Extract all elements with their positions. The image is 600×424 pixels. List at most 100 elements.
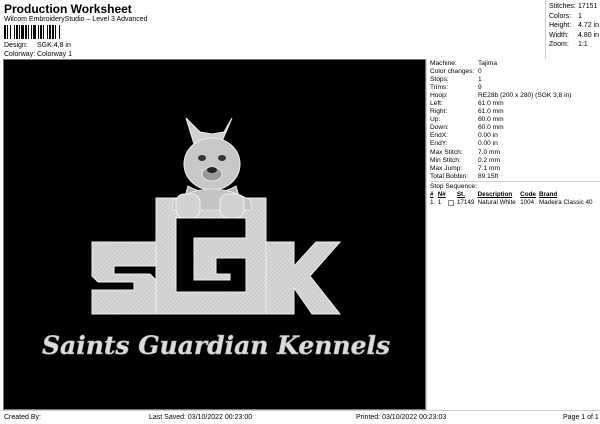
col-n: N# xyxy=(437,190,446,198)
info-label: Stops: xyxy=(430,75,449,83)
created-by: Created By: xyxy=(4,414,41,421)
embroidery-design-artwork: Saints Guardian Kennels xyxy=(42,117,390,360)
info-value: 1 xyxy=(478,75,482,83)
barcode-bar xyxy=(60,25,62,39)
last-saved: Last Saved: 03/10/2022 00:23:00 xyxy=(149,414,253,421)
stat-row: Zoom: 1:1 xyxy=(549,40,600,50)
info-row: Max Jump: 7.1 mm xyxy=(430,164,600,172)
info-value: 7.1 mm xyxy=(478,164,500,172)
info-label: Max Stitch: xyxy=(430,148,463,156)
stat-value: 17151 xyxy=(578,3,598,11)
info-label: EndX: xyxy=(430,132,448,140)
col-swatch xyxy=(448,190,456,198)
info-value: 61.0 mm xyxy=(478,100,504,108)
col-brand: Brand xyxy=(539,190,558,198)
info-value: 0.2 mm xyxy=(478,156,500,164)
info-value: 60.0 mm xyxy=(478,116,504,124)
design-tagline: Saints Guardian Kennels xyxy=(42,331,390,360)
info-row: Machine: Tajima xyxy=(430,59,600,67)
stat-label: Width: xyxy=(549,31,569,39)
info-row: EndY: 0.00 in xyxy=(430,140,600,148)
page-number: Page 1 of 1 xyxy=(563,414,599,421)
color-swatch xyxy=(448,199,455,206)
software-subtitle: Wilcom EmbroideryStudio – Level 3 Advanc… xyxy=(4,16,148,23)
machine-info-panel: Machine: Tajima Color changes: 0 Stops: 1 Trim… xyxy=(426,59,600,410)
info-label: EndY: xyxy=(430,140,448,148)
stat-row: Width: 4.80 in xyxy=(549,31,600,41)
stat-row: Height: 4.72 in xyxy=(549,21,600,31)
info-row: Hoop: RE28b (200 x 280) (SGK 3,8 in) xyxy=(430,91,600,99)
info-label: Min Stitch: xyxy=(430,156,461,164)
colorway-label: Colorway: xyxy=(4,51,36,58)
info-row: Stops: 1 xyxy=(430,75,600,83)
row-code: 1004 xyxy=(520,199,535,207)
info-value: 0.00 in xyxy=(478,140,498,148)
info-row: Max Stitch: 7.0 mm xyxy=(430,148,600,156)
table-row: 1. 1 17149 Natural White 1004 Madeira Cl… xyxy=(430,198,598,207)
info-row: Trims: 9 xyxy=(430,83,600,91)
info-label: Total Bobbin: xyxy=(430,172,469,180)
colorway-row: Colorway: Colorway 1 xyxy=(4,51,72,58)
design-preview: Saints Guardian Kennels xyxy=(3,59,426,410)
barcode xyxy=(4,25,90,39)
info-row: EndX: 0.00 in xyxy=(430,132,600,140)
info-label: Left: xyxy=(430,100,443,108)
dog-illustration xyxy=(171,117,253,219)
info-value: 60.0 mm xyxy=(478,124,504,132)
info-value: Tajima xyxy=(478,59,498,67)
col-num: # xyxy=(430,190,434,198)
info-row: Right: 61.0 mm xyxy=(430,108,600,116)
info-row: Color changes: 0 xyxy=(430,67,600,75)
info-value: RE28b (200 x 280) (SGK 3,8 in) xyxy=(478,91,572,99)
info-label: Color changes: xyxy=(430,67,475,75)
design-label: Design: xyxy=(4,42,28,49)
letter-g-shape xyxy=(155,197,267,315)
design-row: Design: SGK 4,8 in xyxy=(4,42,71,49)
info-row: Total Bobbin: 89.15ft xyxy=(430,172,600,180)
info-value: 7.0 mm xyxy=(478,148,500,156)
stat-label: Zoom: xyxy=(549,41,569,49)
info-value: 0.00 in xyxy=(478,132,498,140)
worksheet-header: Production Worksheet Wilcom EmbroiderySt… xyxy=(0,0,545,59)
stop-sequence-table: # N# St. Description Code Brand 1. 1 171… xyxy=(430,190,598,207)
stat-row: Colors: 1 xyxy=(549,12,600,22)
info-value: 0 xyxy=(478,67,482,75)
colorway-value: Colorway 1 xyxy=(37,51,73,58)
row-n: 1 xyxy=(437,199,442,207)
row-description: Natural White xyxy=(477,199,516,207)
letter-k-shape xyxy=(265,241,342,315)
info-label: Trims: xyxy=(430,83,449,91)
stat-value: 1:1 xyxy=(578,41,588,49)
info-label: Hoop: xyxy=(430,91,448,99)
page-title: Production Worksheet xyxy=(4,2,132,16)
info-row: Up: 60.0 mm xyxy=(430,116,600,124)
info-label: Down: xyxy=(430,124,449,132)
info-value: 9 xyxy=(478,83,482,91)
stat-label: Colors: xyxy=(549,12,572,20)
stats-panel: Stitches: 17151 Colors: 1 Height: 4.72 in W… xyxy=(545,0,600,59)
stat-label: Height: xyxy=(549,22,572,30)
design-value: SGK 4,8 in xyxy=(37,42,71,49)
row-brand: Madeira Classic 40 xyxy=(539,199,593,207)
stat-row: Stitches: 17151 xyxy=(549,2,600,12)
info-value: 89.15ft xyxy=(478,172,499,180)
stat-value: 4.72 in xyxy=(578,22,600,30)
col-description: Description xyxy=(477,190,513,198)
row-num: 1. xyxy=(430,199,436,207)
page-footer: Created By: Last Saved: 03/10/2022 00:23… xyxy=(0,410,600,424)
info-row: Min Stitch: 0.2 mm xyxy=(430,156,600,164)
printed-date: Printed: 03/10/2022 00:23:03 xyxy=(356,414,447,421)
info-label: Machine: xyxy=(430,59,457,67)
row-stitches: 17149 xyxy=(456,199,475,207)
stat-value: 4.80 in xyxy=(578,31,600,39)
row-swatch xyxy=(448,198,456,207)
stat-label: Stitches: xyxy=(549,3,576,11)
info-label: Right: xyxy=(430,108,448,116)
col-stitches: St. xyxy=(456,190,465,198)
table-header-row: # N# St. Description Code Brand xyxy=(430,190,598,198)
info-value: 61.0 mm xyxy=(478,108,504,116)
info-label: Up: xyxy=(430,116,441,124)
letter-s-shape xyxy=(91,241,157,315)
col-code: Code xyxy=(520,190,536,198)
info-row: Left: 61.0 mm xyxy=(430,99,600,107)
